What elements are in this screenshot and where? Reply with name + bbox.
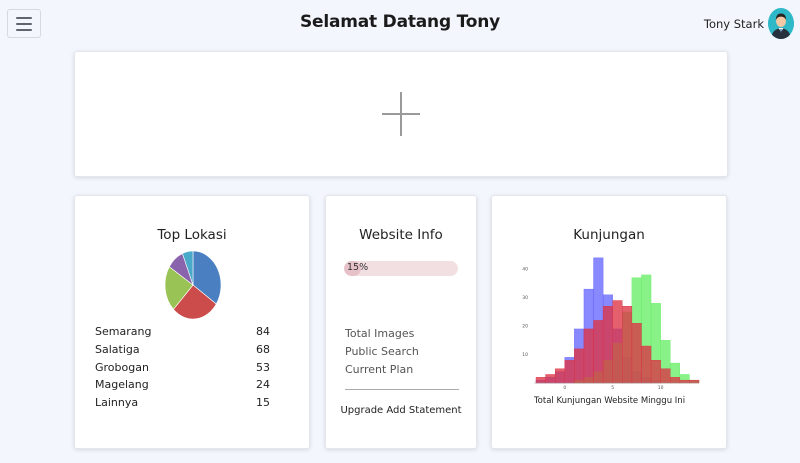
histogram-bar [641,345,652,384]
info-item: Current Plan [345,362,414,376]
histogram-bar [583,328,594,384]
location-name: Lainnya [95,396,139,410]
histogram-bar [564,360,575,384]
histogram-bar [689,379,700,384]
x-tick-label: 0 [563,385,566,391]
histogram-bar [602,306,613,384]
x-tick-label: 10 [658,385,664,391]
list-item: Grobogan 53 [95,359,270,377]
card-title: Kunjungan [573,227,645,243]
x-axis-label: Total Kunjungan Website Minggu Ini [533,396,685,406]
histogram-bar [545,374,556,384]
list-item: Salatiga 68 [95,341,270,359]
plus-icon[interactable] [382,92,420,136]
y-tick-label: 40 [522,267,528,273]
histogram-bar [660,368,671,384]
histogram-bar [574,348,585,384]
user-profile[interactable]: Tony Stark [704,8,794,39]
histogram-bar [670,377,681,384]
location-count: 15 [256,396,270,410]
y-tick-label: 20 [522,324,528,330]
location-name: Grobogan [95,360,149,374]
list-item: Magelang 24 [95,376,270,394]
location-name: Semarang [95,325,152,338]
y-tick-label: 30 [522,295,528,301]
divider [345,389,459,390]
histogram-bar [622,306,633,384]
list-item: Lainnya 15 [95,394,270,412]
progress-label: 15% [347,262,369,273]
add-card[interactable] [74,51,728,177]
info-item: Public Search [345,344,419,358]
kunjungan-card: Kunjungan 0 5 10 10 20 30 40 Total Kunjungan We… [491,195,727,449]
y-tick-label: 10 [522,352,528,358]
plan-progress-bar: 15% [344,261,458,276]
location-name: Magelang [95,378,149,392]
user-avatar-icon [768,10,794,39]
card-title: Website Info [359,227,443,243]
histogram-bar [612,300,623,384]
page-title: Selamat Datang Tony [299,12,501,32]
location-count: 24 [256,378,270,392]
x-tick-label: 5 [611,385,614,391]
location-count: 84 [256,325,270,338]
upgrade-link[interactable]: Upgrade Add Statement [326,405,476,416]
website-info-card: Website Info 15% Total Images Public Sea… [325,195,477,449]
histogram-bar [679,379,690,384]
list-item: Semarang 84 [95,323,270,341]
histogram-bar [535,377,546,384]
location-pie-chart [164,250,222,320]
visit-histogram: 0 5 10 10 20 30 40 Total Kunjungan Website Ming… [522,257,700,406]
avatar[interactable] [768,8,794,39]
location-count: 53 [256,360,270,374]
user-name: Tony Stark [703,16,764,31]
histogram-bar [631,323,642,384]
top-lokasi-card: Top Lokasi Semarang 84 Salatiga 68 Groboga… [74,195,310,449]
location-count: 68 [256,342,270,356]
histogram-bar [650,360,661,384]
location-name: Salatiga [95,342,140,356]
card-title: Top Lokasi [157,227,227,243]
location-list: Semarang 84 Salatiga 68 Grobogan 53 Magelan… [95,323,270,412]
histogram-bar [593,320,604,384]
histogram-bar [554,368,565,384]
info-item: Total Images [345,327,415,340]
info-list: Total Images Public Search Current Plan [345,325,419,378]
